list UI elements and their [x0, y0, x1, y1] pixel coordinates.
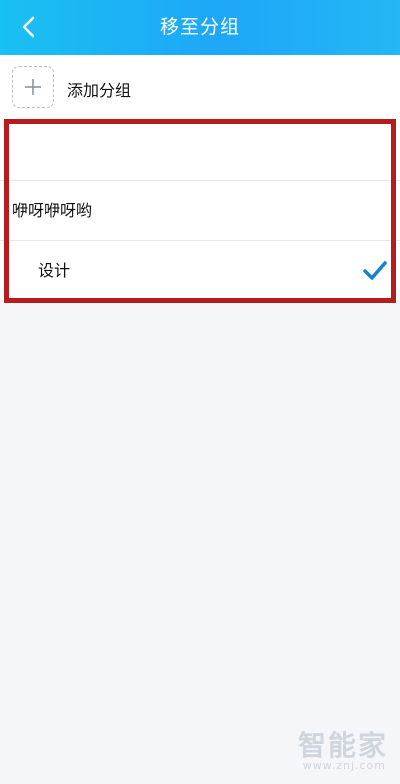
group-item-label: 设计: [38, 261, 71, 280]
add-group-row[interactable]: 添加分组: [0, 55, 400, 121]
watermark-sub: www.znj.com: [302, 759, 386, 772]
group-list: 咿呀咿呀哟 设计: [0, 121, 400, 301]
add-group-label: 添加分组: [67, 81, 132, 100]
group-item-design[interactable]: 设计: [0, 241, 400, 301]
add-group-button[interactable]: [12, 66, 54, 108]
watermark-main: 智能家: [297, 729, 388, 762]
plus-icon: [25, 79, 41, 95]
checkmark-icon: [363, 261, 387, 280]
page-title: 移至分组: [159, 16, 240, 38]
app-header: 移至分组: [0, 0, 400, 55]
group-item-label: 咿呀咿呀哟: [12, 201, 93, 220]
watermark: 智能家 www.znj.com: [273, 724, 388, 772]
group-item-yiya[interactable]: 咿呀咿呀哟: [0, 181, 400, 241]
group-item-unnamed[interactable]: [0, 121, 400, 181]
